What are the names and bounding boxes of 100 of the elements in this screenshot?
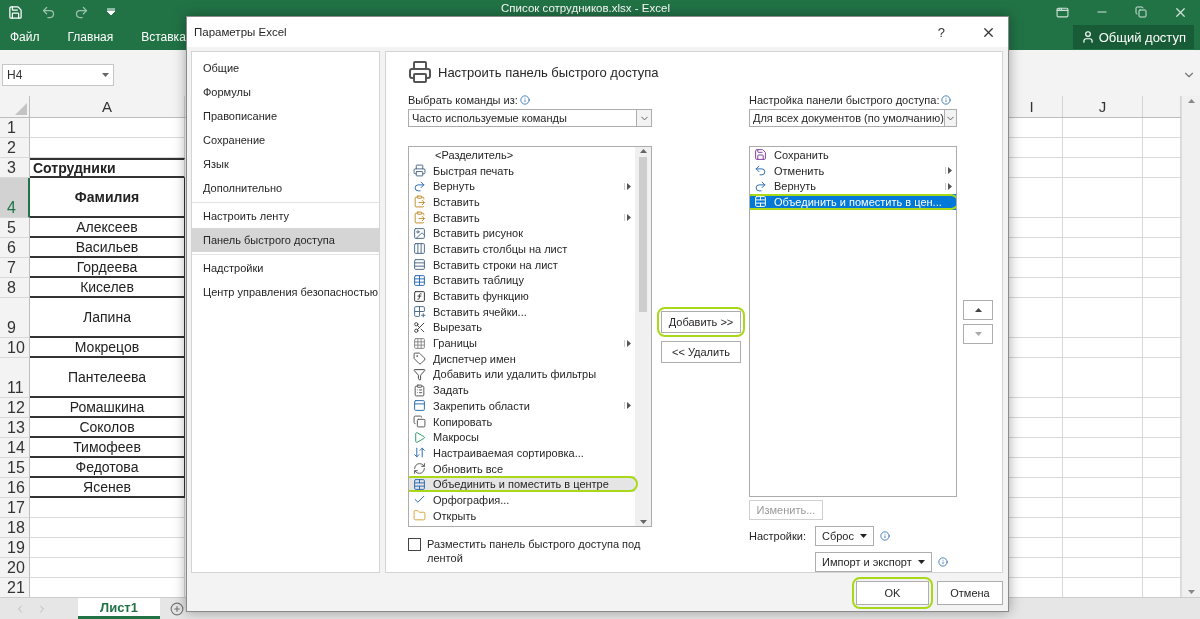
sheet-tab[interactable]: Лист1 <box>78 598 160 619</box>
tag-icon <box>412 352 426 366</box>
ribbon-display-icon[interactable] <box>1056 5 1069 19</box>
category-item[interactable]: Центр управления безопасностью <box>192 280 379 304</box>
row-header[interactable]: 10 <box>0 338 30 358</box>
down-arrow-icon <box>639 520 647 524</box>
command-item[interactable]: Вернуть <box>750 178 956 195</box>
row-header[interactable]: 15 <box>0 458 30 478</box>
command-item[interactable]: Вставить функцию <box>409 288 635 304</box>
dropdown-icon[interactable] <box>107 8 115 16</box>
row-header[interactable]: 20 <box>0 558 30 578</box>
category-item[interactable]: Сохранение <box>192 128 379 152</box>
category-item[interactable]: Правописание <box>192 104 379 128</box>
command-item[interactable]: Задать <box>409 382 635 398</box>
add-sheet-icon[interactable] <box>170 601 184 616</box>
ribbon-tab[interactable]: Файл <box>10 30 40 44</box>
category-item[interactable]: Панель быстрого доступа <box>192 228 379 252</box>
row-header[interactable]: 7 <box>0 258 30 278</box>
cancel-button[interactable]: Отмена <box>937 580 1003 605</box>
command-item[interactable]: Быстрая печать <box>409 162 635 179</box>
command-item[interactable]: Диспетчер имен <box>409 350 635 367</box>
import-export-button[interactable]: Импорт и экспорт <box>815 552 932 572</box>
command-item[interactable]: <Разделитель> <box>409 147 635 163</box>
help-button[interactable]: ? <box>931 24 951 40</box>
command-item[interactable]: Настраиваемая сортировка... <box>409 445 635 461</box>
command-item[interactable]: Границы <box>409 335 635 351</box>
add-button[interactable]: Добавить >> <box>661 310 741 333</box>
row-header[interactable]: 6 <box>0 238 30 258</box>
redo-icon[interactable] <box>74 4 89 20</box>
image-icon <box>412 226 426 240</box>
command-item[interactable]: Обновить все <box>409 460 635 477</box>
sort-icon <box>412 446 426 460</box>
command-item[interactable]: Закрепить области <box>409 398 635 414</box>
redo-icon <box>412 179 426 193</box>
restore-icon[interactable] <box>1135 6 1147 18</box>
category-item[interactable]: Настроить ленту <box>192 204 379 228</box>
info-icon <box>937 557 948 567</box>
command-item[interactable]: Копировать <box>409 413 635 430</box>
select-all-icon[interactable] <box>15 103 27 115</box>
command-item[interactable]: Отменить <box>750 162 956 179</box>
command-item[interactable]: Сохранить <box>750 147 956 163</box>
row-header[interactable]: 1 <box>0 118 30 138</box>
row-header[interactable]: 8 <box>0 278 30 298</box>
scrollbar-thumb[interactable] <box>639 157 647 312</box>
row-header[interactable]: 13 <box>0 418 30 438</box>
row-header[interactable]: 3 <box>0 158 30 178</box>
category-item[interactable]: Язык <box>192 152 379 176</box>
save-icon[interactable] <box>8 4 23 20</box>
category-item[interactable]: Формулы <box>192 80 379 104</box>
undo-icon[interactable] <box>41 4 56 20</box>
table-cell: Мокрецов <box>30 338 185 358</box>
scope-dropdown[interactable]: Для всех документов (по умолчанию) <box>749 109 957 127</box>
table-cell: Тимофеев <box>30 438 185 458</box>
command-item[interactable]: Добавить или удалить фильтры <box>409 366 635 383</box>
command-item[interactable]: Вставить <box>409 209 635 226</box>
command-item[interactable]: Вставить <box>409 194 635 210</box>
row-header[interactable]: 9 <box>0 298 30 338</box>
move-down-button[interactable] <box>963 323 993 344</box>
row-header[interactable]: 12 <box>0 398 30 418</box>
row-header[interactable]: 11 <box>0 358 30 398</box>
play-icon <box>412 430 426 444</box>
row-header[interactable]: 21 <box>0 578 30 597</box>
ribbon-tab[interactable]: Вставка <box>141 30 186 44</box>
list-scrollbar[interactable] <box>635 147 651 526</box>
row-header[interactable]: 16 <box>0 478 30 498</box>
printer-icon <box>412 164 426 178</box>
row-header[interactable]: 19 <box>0 538 30 558</box>
checkbox[interactable] <box>408 538 421 551</box>
category-item[interactable]: Общие <box>192 56 379 80</box>
row-header[interactable]: 17 <box>0 498 30 518</box>
reset-button[interactable]: Сброс <box>815 526 874 546</box>
remove-button[interactable]: << Удалить <box>661 340 741 363</box>
table-cell: Сотрудники <box>30 158 185 178</box>
merge-cells-icon <box>412 477 426 491</box>
field-label: Выбрать команды из: <box>408 94 518 106</box>
row-header[interactable]: 5 <box>0 218 30 238</box>
command-item[interactable]: Вставить строки на лист <box>409 256 635 273</box>
row-header[interactable]: 2 <box>0 138 30 158</box>
command-item[interactable]: Вставить рисунок <box>409 225 635 242</box>
command-item[interactable]: Вырезать <box>409 319 635 336</box>
command-item[interactable]: Орфография... <box>409 492 635 508</box>
row-header[interactable]: 14 <box>0 438 30 458</box>
vertical-scrollbar[interactable] <box>1181 96 1200 597</box>
category-item[interactable]: Надстройки <box>192 256 379 280</box>
category-item[interactable]: Дополнительно <box>192 176 379 200</box>
name-box[interactable]: H4 <box>2 64 114 86</box>
command-item[interactable]: Открыть <box>409 507 635 524</box>
share-button[interactable]: Общий доступ <box>1072 25 1194 49</box>
command-item[interactable]: Вставить столбцы на лист <box>409 241 635 257</box>
ribbon-tab[interactable]: Главная <box>67 30 114 44</box>
grid-plus-icon <box>412 305 426 319</box>
command-item[interactable]: Вставить ячейки... <box>409 303 635 320</box>
commands-dropdown[interactable]: Часто используемые команды <box>408 109 652 127</box>
command-item[interactable]: Вернуть <box>409 178 635 195</box>
row-header[interactable]: 4 <box>0 178 30 218</box>
move-up-button[interactable] <box>963 299 993 320</box>
row-header[interactable]: 18 <box>0 518 30 538</box>
ok-button[interactable]: OK <box>856 580 929 605</box>
command-item[interactable]: Вставить таблицу <box>409 272 635 289</box>
command-item[interactable]: Макросы <box>409 429 635 446</box>
